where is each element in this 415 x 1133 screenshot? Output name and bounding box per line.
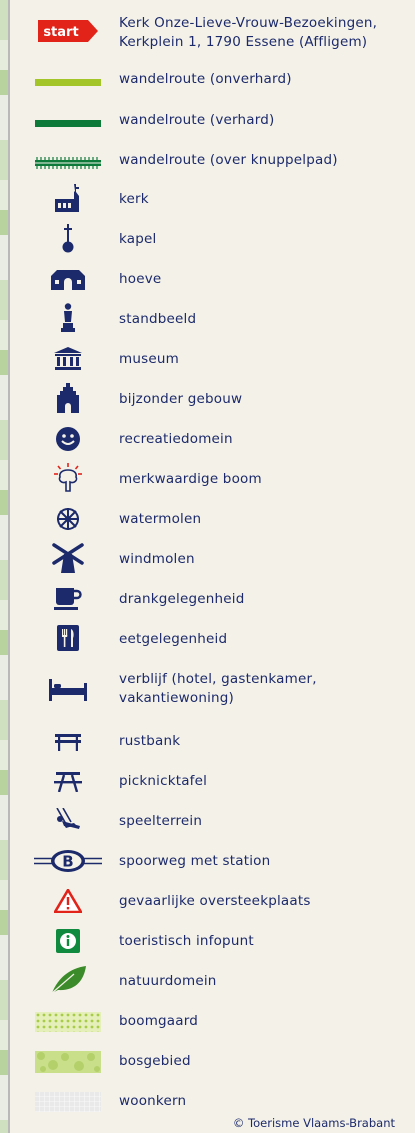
- info-icon: [30, 928, 106, 954]
- legend-label-bench: rustbank: [119, 733, 181, 749]
- legend-label-nature: natuurdomein: [119, 973, 217, 989]
- boardwalk-route-line-icon: [30, 153, 106, 173]
- legend-label-paved-route: wandelroute (verhard): [119, 112, 275, 128]
- legend-label-farm: hoeve: [119, 271, 162, 287]
- warning-triangle-icon: [30, 887, 106, 915]
- unpaved-route-line-icon: [30, 72, 106, 92]
- start-badge-label: start: [43, 25, 78, 40]
- legend-label-railway: spoorweg met station: [119, 853, 271, 869]
- legend-label-picnic: picknicktafel: [119, 773, 208, 789]
- legend-label-museum: museum: [119, 351, 179, 367]
- playground-icon: [30, 806, 106, 834]
- legend-label-church: kerk: [119, 191, 149, 207]
- legend-label-playground: speelterrein: [119, 813, 203, 829]
- legend-label-watermill: watermolen: [119, 511, 202, 527]
- forest-swatch-icon: [30, 1050, 106, 1074]
- legend-label-recreation: recreatiedomein: [119, 431, 233, 447]
- special-building-icon: [30, 382, 106, 414]
- leaf-icon: [30, 964, 106, 996]
- farm-icon: [30, 267, 106, 293]
- remarkable-tree-icon: [30, 463, 106, 493]
- legend-label-drinks: drankgelegenheid: [119, 591, 245, 607]
- legend-label-food: eetgelegenheid: [119, 631, 228, 647]
- legend-label-unpaved-route: wandelroute (onverhard): [119, 71, 292, 87]
- chapel-icon: [30, 223, 106, 255]
- windmill-icon: [30, 542, 106, 574]
- watermill-icon: [30, 506, 106, 532]
- legend-label-forest: bosgebied: [119, 1053, 191, 1069]
- church-icon: [30, 181, 106, 215]
- paved-route-line-icon: [30, 113, 106, 133]
- museum-icon: [30, 345, 106, 373]
- fork-knife-icon: [30, 624, 106, 652]
- legend-label-info: toeristisch infopunt: [119, 933, 254, 949]
- railway-station-icon: B: [30, 847, 106, 875]
- legend-label-lodging: verblijf (hotel, gastenkamer, vakantiewo…: [119, 671, 317, 706]
- bench-icon: [30, 729, 106, 755]
- legend-label-windmill: windmolen: [119, 551, 195, 567]
- legend-label-dangerous-crossing: gevaarlijke oversteekplaats: [119, 893, 311, 909]
- picnic-table-icon: [30, 769, 106, 795]
- cup-icon: [30, 586, 106, 612]
- copyright-credit: © Toerisme Vlaams-Brabant: [232, 1116, 395, 1130]
- statue-icon: [30, 302, 106, 334]
- legend-label-statue: standbeeld: [119, 311, 197, 327]
- smiley-icon: [30, 426, 106, 452]
- legend-label-orchard: boomgaard: [119, 1013, 199, 1029]
- start-flag-icon: start: [30, 18, 106, 44]
- legend-label-residential: woonkern: [119, 1093, 187, 1109]
- orchard-swatch-icon: [30, 1011, 106, 1033]
- legend-label-chapel: kapel: [119, 231, 157, 247]
- legend-label-boardwalk-route: wandelroute (over knuppelpad): [119, 152, 338, 168]
- residential-swatch-icon: [30, 1091, 106, 1113]
- legend-label-special-building: bijzonder gebouw: [119, 391, 243, 407]
- legend-label-start: Kerk Onze-Lieve-Vrouw-Bezoekingen, Kerkp…: [119, 15, 378, 50]
- svg-text:B: B: [62, 853, 73, 871]
- map-legend: start Kerk Onze-Lieve-Vrouw-Bezoekingen,…: [0, 0, 415, 1133]
- bed-icon: [30, 675, 106, 703]
- legend-label-remarkable-tree: merkwaardige boom: [119, 471, 262, 487]
